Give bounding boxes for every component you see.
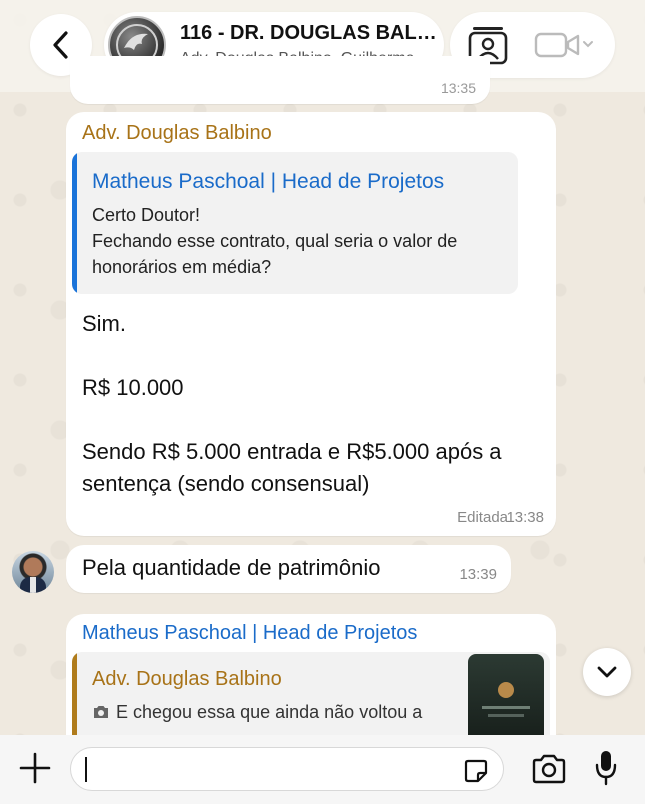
previous-message[interactable]: 13:35 <box>70 56 490 104</box>
avatar-shirt <box>30 577 36 593</box>
message-time: 13:39 <box>459 566 497 583</box>
message-text: Sim. R$ 10.000 Sendo R$ 5.000 entrada e … <box>82 311 502 496</box>
microphone-icon[interactable] <box>594 749 618 787</box>
camera-icon[interactable] <box>531 753 567 785</box>
camera-icon <box>94 706 108 718</box>
quoted-text: Certo Doutor! Fechando esse contrato, qu… <box>92 205 458 277</box>
quoted-message[interactable]: Matheus Paschoal | Head de Projetos Cert… <box>72 152 518 294</box>
scroll-to-bottom-button[interactable] <box>583 648 631 696</box>
plus-icon[interactable] <box>18 751 52 785</box>
video-call-icon[interactable] <box>534 30 596 60</box>
thumbnail-line <box>488 714 524 717</box>
back-chevron-icon <box>53 31 68 59</box>
thumbnail-line <box>482 706 530 709</box>
thumbnail-logo <box>498 682 514 698</box>
message-input[interactable] <box>70 747 504 791</box>
message-bubble[interactable]: Pela quantidade de patrimônio 13:39 <box>66 545 511 593</box>
message-text: Pela quantidade de patrimônio <box>82 555 381 580</box>
message-bubble[interactable]: Matheus Paschoal | Head de Projetos Adv.… <box>66 614 556 754</box>
message-time: 13:35 <box>440 80 476 96</box>
avatar[interactable] <box>12 551 54 593</box>
chevron-down-icon <box>597 666 617 678</box>
quoted-text: E chegou essa que ainda não voltou a <box>116 702 423 722</box>
quoted-text-row: E chegou essa que ainda não voltou a <box>92 702 452 723</box>
message-bubble[interactable]: Adv. Douglas Balbino Matheus Paschoal | … <box>66 112 556 536</box>
message-time: 13:38 <box>506 509 544 526</box>
quoted-sender: Adv. Douglas Balbino <box>92 668 282 690</box>
chat-title: 116 - DR. DOUGLAS BALBINO <box>180 22 440 44</box>
text-cursor <box>85 757 87 782</box>
sender-name: Matheus Paschoal | Head de Projetos <box>82 622 418 644</box>
message-composer <box>0 735 645 804</box>
edited-label: Editada <box>457 509 508 526</box>
quote-accent-bar <box>72 152 77 294</box>
quoted-sender: Matheus Paschoal | Head de Projetos <box>92 170 445 193</box>
sender-name: Adv. Douglas Balbino <box>82 122 272 144</box>
sticker-icon[interactable] <box>463 758 489 784</box>
